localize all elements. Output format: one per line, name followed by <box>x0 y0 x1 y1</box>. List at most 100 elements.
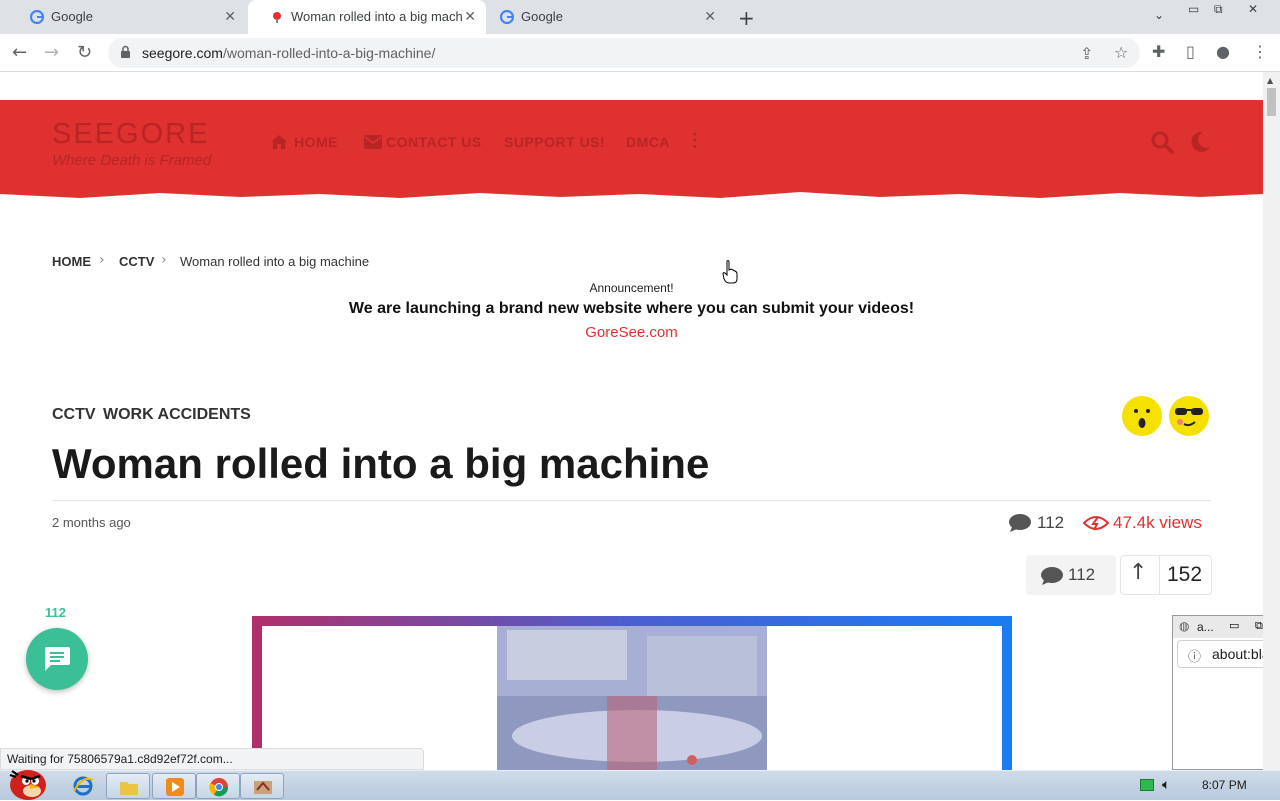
url-path: /woman-rolled-into-a-big-machine/ <box>222 45 436 61</box>
url-text: seegore.com/woman-rolled-into-a-big-mach… <box>142 45 435 61</box>
clock[interactable]: 8:07 PM <box>1202 778 1247 792</box>
globe-icon: ◍ <box>1179 619 1190 633</box>
minimize-icon[interactable]: ▭ <box>1188 2 1199 16</box>
reload-icon[interactable]: ↻ <box>77 42 92 63</box>
scrollbar-thumb[interactable] <box>1267 88 1276 116</box>
popup-title: a... <box>1197 620 1214 634</box>
lock-icon <box>121 45 130 58</box>
address-bar[interactable]: seegore.com/woman-rolled-into-a-big-mach… <box>108 38 1140 68</box>
info-icon: ⓘ <box>1188 649 1202 664</box>
post-date: 2 months ago <box>52 515 131 530</box>
site-logo[interactable]: SEEGORE <box>52 118 209 151</box>
breadcrumb-current: Woman rolled into a big machine <box>180 254 370 269</box>
url-host: seegore.com <box>142 45 223 61</box>
taskbar-app-button[interactable] <box>240 773 284 799</box>
popup-address: about:blank <box>1212 646 1263 662</box>
category-cctv[interactable]: CCTV <box>52 406 96 424</box>
engagement-box: 112 ↑ 152 <box>1026 555 1212 595</box>
chevron-right-icon: › <box>161 252 167 268</box>
nav-dmca[interactable]: DMCA <box>626 134 670 150</box>
seegore-favicon-icon <box>273 12 281 23</box>
taskbar-media-player-button[interactable] <box>152 773 196 799</box>
popup-address-bar[interactable]: ⓘ about:blank <box>1177 640 1263 668</box>
nav-support-us[interactable]: SUPPORT US! <box>504 134 605 150</box>
nav-more-icon[interactable]: ⋮ <box>686 130 705 151</box>
google-icon <box>500 10 514 24</box>
extensions-icon[interactable]: ✚ <box>1152 42 1165 61</box>
angry-bird-start-icon[interactable] <box>4 763 50 801</box>
scroll-up-icon[interactable]: ▲ <box>1267 76 1273 85</box>
share-icon[interactable]: ⇪ <box>1080 44 1093 63</box>
popup-titlebar[interactable]: ◍ a... ▭ ⧉ <box>1173 616 1263 638</box>
tab-bar: Google ✕ Woman rolled into a big mach ✕ … <box>0 0 1280 34</box>
upvote-arrow-icon[interactable]: ↑ <box>1129 560 1147 585</box>
chevron-right-icon: › <box>99 252 105 268</box>
chat-icon <box>44 647 70 671</box>
taskbar: 🔈︎ 8:07 PM <box>0 770 1280 800</box>
close-window-icon[interactable]: ✕ <box>1248 2 1258 16</box>
video-thumbnail[interactable] <box>497 626 767 770</box>
bookmark-star-icon[interactable]: ☆ <box>1114 43 1128 62</box>
comment-bubble-icon <box>1041 567 1063 585</box>
views-eye-icon <box>1083 516 1109 531</box>
envelope-icon <box>364 135 382 149</box>
web-page: SEEGORE Where Death is Framed HOME CONTA… <box>0 72 1263 770</box>
close-tab-icon[interactable]: ✕ <box>224 8 236 25</box>
comment-bubble-icon <box>1009 514 1031 532</box>
app-icon <box>254 781 272 794</box>
upvote-box: ↑ 152 <box>1120 555 1212 595</box>
category-work-accidents[interactable]: WORK ACCIDENTS <box>103 406 251 424</box>
close-tab-icon[interactable]: ✕ <box>704 8 716 25</box>
search-icon[interactable] <box>1150 130 1174 154</box>
chrome-icon <box>209 778 229 797</box>
google-icon <box>30 10 44 24</box>
ie-icon[interactable] <box>72 775 94 797</box>
shocked-emoji-reaction-icon[interactable] <box>1122 396 1162 436</box>
tab-seegore[interactable]: Woman rolled into a big mach ✕ <box>248 0 486 34</box>
status-bar: Waiting for 75806579a1.c8d92ef72f.com... <box>0 748 424 770</box>
menu-kebab-icon[interactable]: ⋮ <box>1252 42 1268 61</box>
comments-button-count: 112 <box>1068 565 1096 584</box>
back-icon[interactable]: ← <box>12 42 27 63</box>
tab-title: Google <box>521 9 563 24</box>
popup-restore-icon[interactable]: ⧉ <box>1255 619 1263 633</box>
nav-contact-us[interactable]: CONTACT US <box>386 134 482 150</box>
comment-count[interactable]: 112 <box>1037 513 1064 533</box>
restore-icon[interactable]: ⧉ <box>1214 2 1223 17</box>
popup-minimize-icon[interactable]: ▭ <box>1229 619 1239 632</box>
announcement-link[interactable]: GoreSee.com <box>0 324 1263 341</box>
taskbar-explorer-button[interactable] <box>106 773 150 799</box>
side-panel-icon[interactable]: ▯ <box>1186 42 1195 61</box>
browser-toolbar: ← → ↻ seegore.com/woman-rolled-into-a-bi… <box>0 34 1280 72</box>
breadcrumb-category[interactable]: CCTV <box>119 254 154 269</box>
page-scrollbar[interactable]: ▲ <box>1263 72 1280 770</box>
torn-edge-decoration <box>0 188 1263 198</box>
network-tray-icon[interactable] <box>1140 779 1154 791</box>
tab-title: Woman rolled into a big mach <box>291 9 463 24</box>
folder-icon <box>120 782 138 795</box>
tab-google-1[interactable]: Google ✕ <box>8 0 246 34</box>
tab-title: Google <box>51 9 93 24</box>
comments-button[interactable]: 112 <box>1026 555 1116 595</box>
tab-google-2[interactable]: Google ✕ <box>478 0 726 34</box>
media-player-icon <box>166 778 184 796</box>
announcement-text: We are launching a brand new website whe… <box>348 300 915 317</box>
tab-search-icon[interactable]: ⌄ <box>1154 8 1164 22</box>
breadcrumb-home[interactable]: HOME <box>52 254 91 269</box>
profile-avatar-icon[interactable]: ● <box>1216 42 1230 61</box>
dark-mode-moon-icon[interactable] <box>1188 130 1212 154</box>
announcement-label: Announcement! <box>589 281 674 295</box>
upvote-count: 152 <box>1167 563 1203 586</box>
views-count: 47.4k views <box>1113 513 1202 532</box>
volume-tray-icon[interactable]: 🔈︎ <box>1162 776 1170 793</box>
new-tab-button[interactable]: + <box>738 6 755 30</box>
cool-emoji-reaction-icon[interactable] <box>1169 396 1209 436</box>
popup-window[interactable]: ◍ a... ▭ ⧉ ⓘ about:blank <box>1172 615 1263 770</box>
taskbar-chrome-button[interactable] <box>196 773 240 799</box>
forward-icon[interactable]: → <box>44 42 59 63</box>
floating-comment-count: 112 <box>45 605 66 620</box>
hand-cursor-icon <box>722 260 738 284</box>
floating-comments-button[interactable] <box>26 628 88 690</box>
close-tab-icon[interactable]: ✕ <box>464 8 476 25</box>
nav-home[interactable]: HOME <box>294 134 338 150</box>
